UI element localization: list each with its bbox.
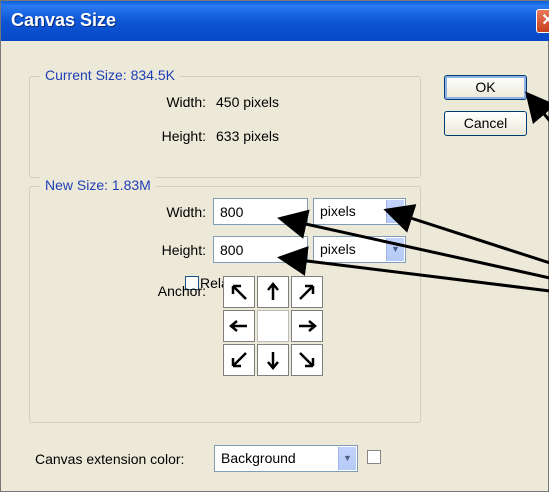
current-size-caption: Current Size: 834.5K xyxy=(40,67,180,83)
anchor-top-left[interactable] xyxy=(223,276,255,308)
current-height-value: 633 pixels xyxy=(216,128,280,144)
arrow-up-left-icon xyxy=(231,284,247,300)
height-unit-value: pixels xyxy=(320,241,356,257)
new-width-label: Width: xyxy=(166,204,206,220)
width-unit-select[interactable]: pixels ▼ xyxy=(313,198,406,225)
anchor-top-right[interactable] xyxy=(291,276,323,308)
anchor-bottom[interactable] xyxy=(257,344,289,376)
arrow-up-icon xyxy=(267,282,279,300)
anchor-grid xyxy=(223,276,325,378)
arrow-down-right-icon xyxy=(299,352,315,368)
new-size-caption: New Size: 1.83M xyxy=(40,177,156,193)
current-height-label: Height: xyxy=(161,128,206,144)
height-unit-select[interactable]: pixels ▼ xyxy=(313,236,406,263)
arrow-up-right-icon xyxy=(299,284,315,300)
anchor-label: Anchor: xyxy=(157,283,206,299)
arrow-left-icon xyxy=(229,320,247,332)
ok-button[interactable]: OK xyxy=(444,75,527,100)
anchor-bottom-left[interactable] xyxy=(223,344,255,376)
width-unit-value: pixels xyxy=(320,203,356,219)
canvas-size-dialog: Canvas Size ✕ Current Size: 834.5K Width… xyxy=(0,0,549,492)
extension-color-select[interactable]: Background ▼ xyxy=(214,445,358,472)
extension-color-swatch[interactable] xyxy=(367,450,381,464)
current-size-group: Current Size: 834.5K xyxy=(29,67,421,178)
extension-color-label: Canvas extension color: xyxy=(35,451,185,467)
close-icon: ✕ xyxy=(541,12,549,29)
annotation-arrow-ok xyxy=(525,91,549,125)
current-width-label: Width: xyxy=(166,94,206,110)
arrow-down-left-icon xyxy=(231,352,247,368)
anchor-top[interactable] xyxy=(257,276,289,308)
arrow-right-icon xyxy=(299,320,317,332)
arrow-down-icon xyxy=(267,352,279,370)
extension-color-value: Background xyxy=(221,450,296,466)
chevron-down-icon[interactable]: ▼ xyxy=(386,200,404,223)
width-input[interactable] xyxy=(213,198,308,225)
title-bar[interactable]: Canvas Size ✕ xyxy=(1,1,549,41)
anchor-bottom-right[interactable] xyxy=(291,344,323,376)
anchor-left[interactable] xyxy=(223,310,255,342)
close-button[interactable]: ✕ xyxy=(536,9,549,33)
window-title: Canvas Size xyxy=(11,10,117,30)
anchor-right[interactable] xyxy=(291,310,323,342)
anchor-center[interactable] xyxy=(257,310,289,342)
chevron-down-icon[interactable]: ▼ xyxy=(386,238,404,261)
chevron-down-icon[interactable]: ▼ xyxy=(338,447,356,470)
current-width-value: 450 pixels xyxy=(216,94,280,110)
new-height-label: Height: xyxy=(161,242,206,258)
height-input[interactable] xyxy=(213,236,308,263)
cancel-button[interactable]: Cancel xyxy=(444,111,527,136)
